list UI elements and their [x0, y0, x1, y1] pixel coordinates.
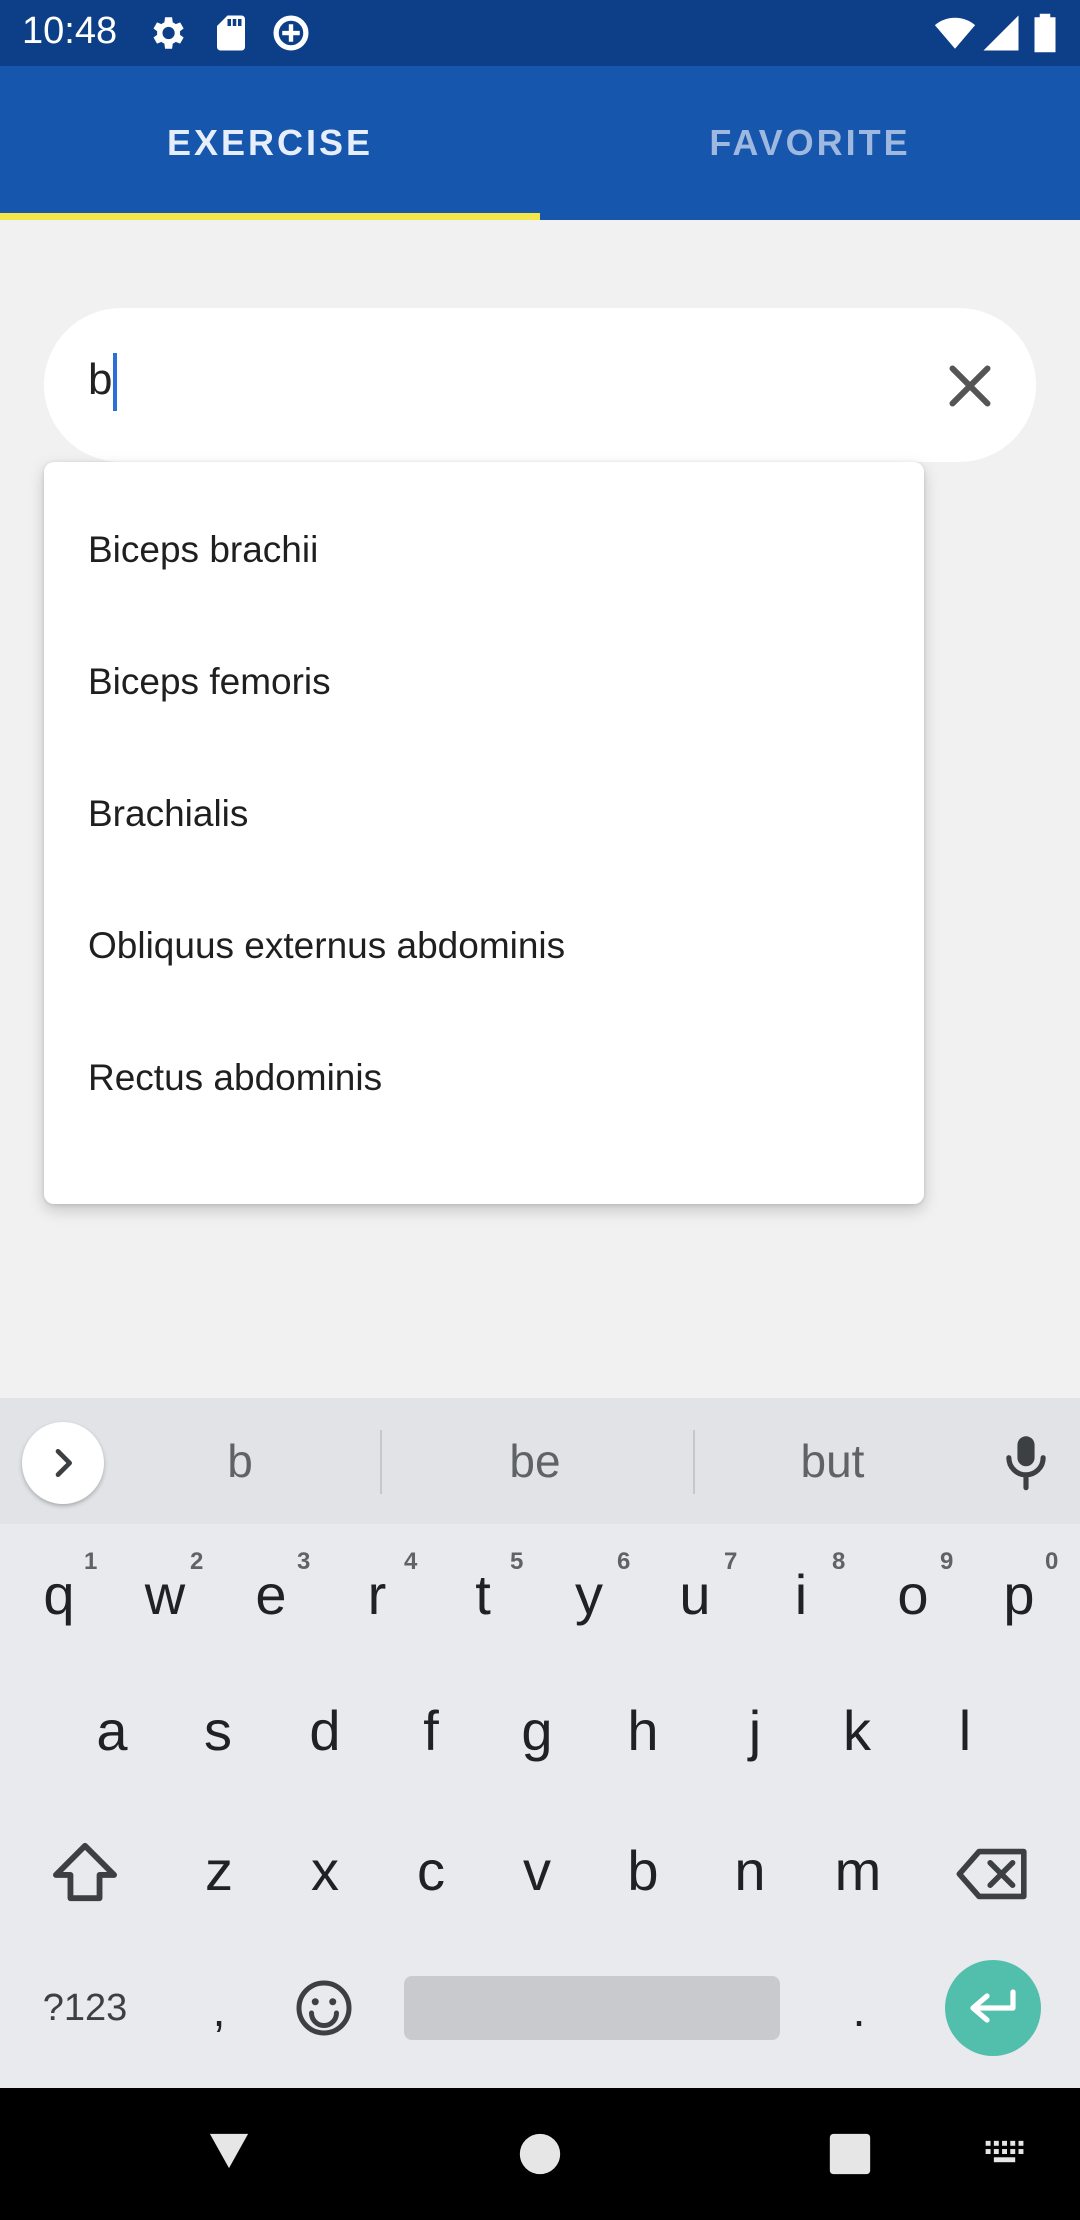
key-hint: 4	[404, 1548, 418, 1575]
key-h[interactable]: h	[590, 1660, 696, 1800]
gear-icon	[153, 17, 184, 49]
key-hint: 2	[190, 1548, 204, 1575]
key-i[interactable]: i	[748, 1524, 854, 1664]
suggestion-divider	[693, 1430, 695, 1494]
key-label: w	[144, 1562, 186, 1626]
key-l[interactable]: l	[912, 1660, 1018, 1800]
key-p[interactable]: p	[966, 1524, 1072, 1664]
close-icon[interactable]	[940, 356, 1000, 416]
search-input-value: b	[88, 355, 113, 404]
status-time: 10:48	[22, 10, 118, 52]
key-j[interactable]: j	[702, 1660, 808, 1800]
key-n[interactable]: n	[697, 1800, 803, 1940]
suggestion-item[interactable]: Biceps femoris	[44, 616, 924, 748]
key-label: q	[43, 1562, 75, 1626]
key-hint: 9	[940, 1548, 954, 1575]
key-label: r	[367, 1562, 387, 1626]
key-k[interactable]: k	[804, 1660, 910, 1800]
tab-favorite[interactable]: FAVORITE	[540, 66, 1080, 220]
search-input[interactable]	[44, 308, 1036, 462]
enter-key[interactable]	[945, 1960, 1041, 2056]
chevron-right-icon	[55, 1449, 72, 1477]
battery-icon	[1034, 13, 1056, 53]
backspace-icon[interactable]	[956, 1846, 1030, 1902]
home-icon[interactable]	[518, 2132, 562, 2176]
emoji-icon[interactable]	[294, 1978, 354, 2038]
key-s[interactable]: s	[165, 1660, 271, 1800]
key-hint: 7	[724, 1548, 738, 1575]
key-g[interactable]: g	[484, 1660, 590, 1800]
key-f[interactable]: f	[378, 1660, 484, 1800]
suggestion-divider	[380, 1430, 382, 1494]
suggestion-item[interactable]: Rectus abdominis	[44, 1012, 924, 1144]
suggestion-item[interactable]: Biceps brachii	[44, 484, 924, 616]
comma-key[interactable]: ,	[166, 1940, 272, 2080]
key-c[interactable]: c	[378, 1800, 484, 1940]
key-d[interactable]: d	[272, 1660, 378, 1800]
word-suggestion[interactable]: but	[710, 1398, 955, 1524]
key-hint: 1	[84, 1548, 98, 1575]
key-e[interactable]: e	[218, 1524, 324, 1664]
key-q[interactable]: q	[6, 1524, 112, 1664]
shift-icon[interactable]	[50, 1840, 120, 1904]
suggestion-item[interactable]: Brachialis	[44, 748, 924, 880]
key-t[interactable]: t	[430, 1524, 536, 1664]
space-key[interactable]	[404, 1976, 780, 2040]
key-m[interactable]: m	[805, 1800, 911, 1940]
key-z[interactable]: z	[166, 1800, 272, 1940]
period-key[interactable]: .	[806, 1940, 912, 2080]
tab-indicator	[0, 213, 540, 220]
sd-card-icon	[217, 15, 245, 51]
wifi-icon	[934, 17, 976, 49]
suggestion-item[interactable]: Obliquus externus abdominis	[44, 880, 924, 1012]
signal-icon	[983, 15, 1019, 51]
key-v[interactable]: v	[484, 1800, 590, 1940]
key-hint: 0	[1045, 1548, 1059, 1575]
word-suggestion[interactable]: be	[400, 1398, 670, 1524]
key-hint: 6	[617, 1548, 631, 1575]
key-label: i	[794, 1562, 808, 1626]
data-saver-icon	[273, 15, 309, 51]
key-u[interactable]: u	[642, 1524, 748, 1664]
key-hint: 3	[297, 1548, 311, 1575]
key-label: p	[1003, 1562, 1035, 1626]
mic-icon[interactable]	[1000, 1432, 1052, 1492]
tab-exercise[interactable]: EXERCISE	[0, 66, 540, 220]
key-x[interactable]: x	[272, 1800, 378, 1940]
key-label: o	[897, 1562, 929, 1626]
key-o[interactable]: o	[860, 1524, 966, 1664]
word-suggestion[interactable]: b	[150, 1398, 330, 1524]
back-icon[interactable]	[206, 2130, 252, 2172]
keyboard-expand-button[interactable]	[22, 1422, 104, 1504]
key-b[interactable]: b	[590, 1800, 696, 1940]
key-r[interactable]: r	[324, 1524, 430, 1664]
enter-icon	[970, 1989, 1016, 2023]
text-cursor	[113, 353, 117, 411]
key-label: u	[679, 1562, 711, 1626]
key-label: y	[575, 1562, 603, 1626]
key-w[interactable]: w	[112, 1524, 218, 1664]
tab-bar: EXERCISE FAVORITE	[0, 66, 1080, 220]
key-y[interactable]: y	[536, 1524, 642, 1664]
key-label: e	[255, 1562, 287, 1626]
key-hint: 8	[832, 1548, 846, 1575]
recents-icon[interactable]	[828, 2132, 872, 2176]
symbols-key[interactable]: ?123	[30, 1960, 140, 2056]
key-a[interactable]: a	[59, 1660, 165, 1800]
key-label: t	[475, 1562, 491, 1626]
key-hint: 5	[510, 1548, 524, 1575]
keyboard-switch-icon[interactable]	[984, 2138, 1030, 2170]
